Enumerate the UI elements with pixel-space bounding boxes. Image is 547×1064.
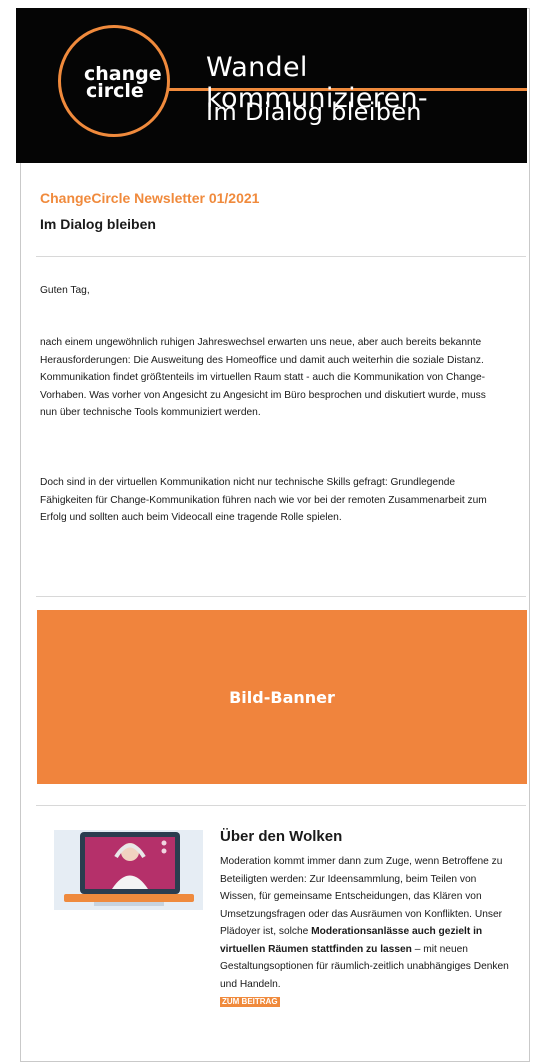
logo-text: change circle xyxy=(84,65,162,102)
newsletter-title: ChangeCircle Newsletter 01/2021 xyxy=(40,190,260,206)
section-divider xyxy=(36,256,526,257)
banner-label: Bild-Banner xyxy=(229,687,335,707)
header-tagline-2: Im Dialog bleiben xyxy=(206,98,422,126)
section-divider xyxy=(36,805,526,806)
section-divider xyxy=(36,596,526,597)
greeting: Guten Tag, xyxy=(40,285,90,296)
newsletter-subtitle: Im Dialog bleiben xyxy=(40,216,156,232)
logo-line-2: circle xyxy=(86,80,144,102)
article-body: Moderation kommt immer dann zum Zuge, we… xyxy=(220,853,510,1011)
body-paragraph-2: Doch sind in der virtuellen Kommunikatio… xyxy=(40,477,487,523)
image-banner[interactable]: Bild-Banner xyxy=(37,610,527,784)
read-article-button[interactable]: ZUM BEITRAG xyxy=(220,997,280,1007)
article-title: Über den Wolken xyxy=(220,828,343,845)
body-paragraph-1: nach einem ungewöhnlich ruhigen Jahreswe… xyxy=(40,337,486,418)
video-call-illustration-icon[interactable] xyxy=(54,830,203,910)
article-text-intro: Moderation kommt immer dann zum Zuge, we… xyxy=(220,856,503,937)
newsletter-header: change circle Wandel kommunizieren- Im D… xyxy=(16,8,527,163)
